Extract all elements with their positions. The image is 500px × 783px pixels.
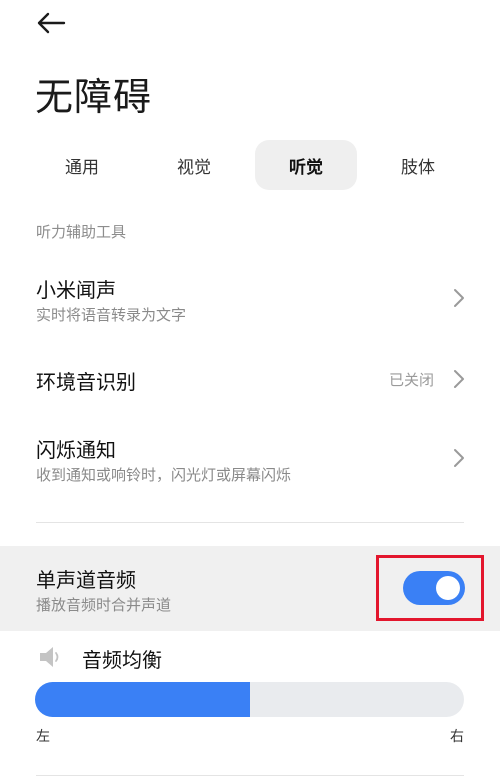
mi-sound-title: 小米闻声	[36, 278, 116, 302]
flash-notification-title: 闪烁通知	[36, 438, 116, 462]
audio-balance-slider-fill	[35, 682, 250, 717]
arrow-left-icon	[37, 12, 66, 34]
chevron-right-icon	[454, 449, 464, 467]
ambient-sound-title: 环境音识别	[36, 370, 136, 394]
mi-sound-row[interactable]: 小米闻声 实时将语音转录为文字	[0, 262, 500, 332]
tab-bar: 通用 视觉 听觉 肢体	[0, 140, 500, 190]
back-button[interactable]	[34, 6, 68, 40]
chevron-right-icon	[454, 370, 464, 388]
tab-general[interactable]: 通用	[31, 140, 133, 190]
page-title: 无障碍	[35, 75, 153, 119]
audio-balance-title: 音频均衡	[82, 648, 162, 672]
divider	[36, 775, 464, 776]
balance-left-label: 左	[36, 729, 50, 745]
flash-notification-subtitle: 收到通知或响铃时，闪光灯或屏幕闪烁	[36, 466, 292, 484]
audio-balance-slider[interactable]	[35, 682, 464, 717]
tab-hearing[interactable]: 听觉	[255, 140, 357, 190]
chevron-right-icon	[454, 289, 464, 307]
mono-audio-subtitle: 播放音频时合并声道	[36, 596, 172, 614]
tab-physical[interactable]: 肢体	[367, 140, 469, 190]
mono-audio-title: 单声道音频	[36, 568, 136, 592]
balance-right-label: 右	[450, 729, 464, 745]
section-label-hearing-tools: 听力辅助工具	[36, 223, 127, 241]
tab-vision[interactable]: 视觉	[143, 140, 245, 190]
flash-notification-row[interactable]: 闪烁通知 收到通知或响铃时，闪光灯或屏幕闪烁	[0, 424, 500, 494]
divider	[36, 522, 464, 523]
ambient-sound-status: 已关闭	[389, 371, 435, 389]
speaker-icon	[40, 647, 59, 667]
highlight-box	[376, 555, 484, 621]
ambient-sound-row[interactable]: 环境音识别 已关闭	[0, 352, 500, 406]
mi-sound-subtitle: 实时将语音转录为文字	[36, 306, 187, 324]
